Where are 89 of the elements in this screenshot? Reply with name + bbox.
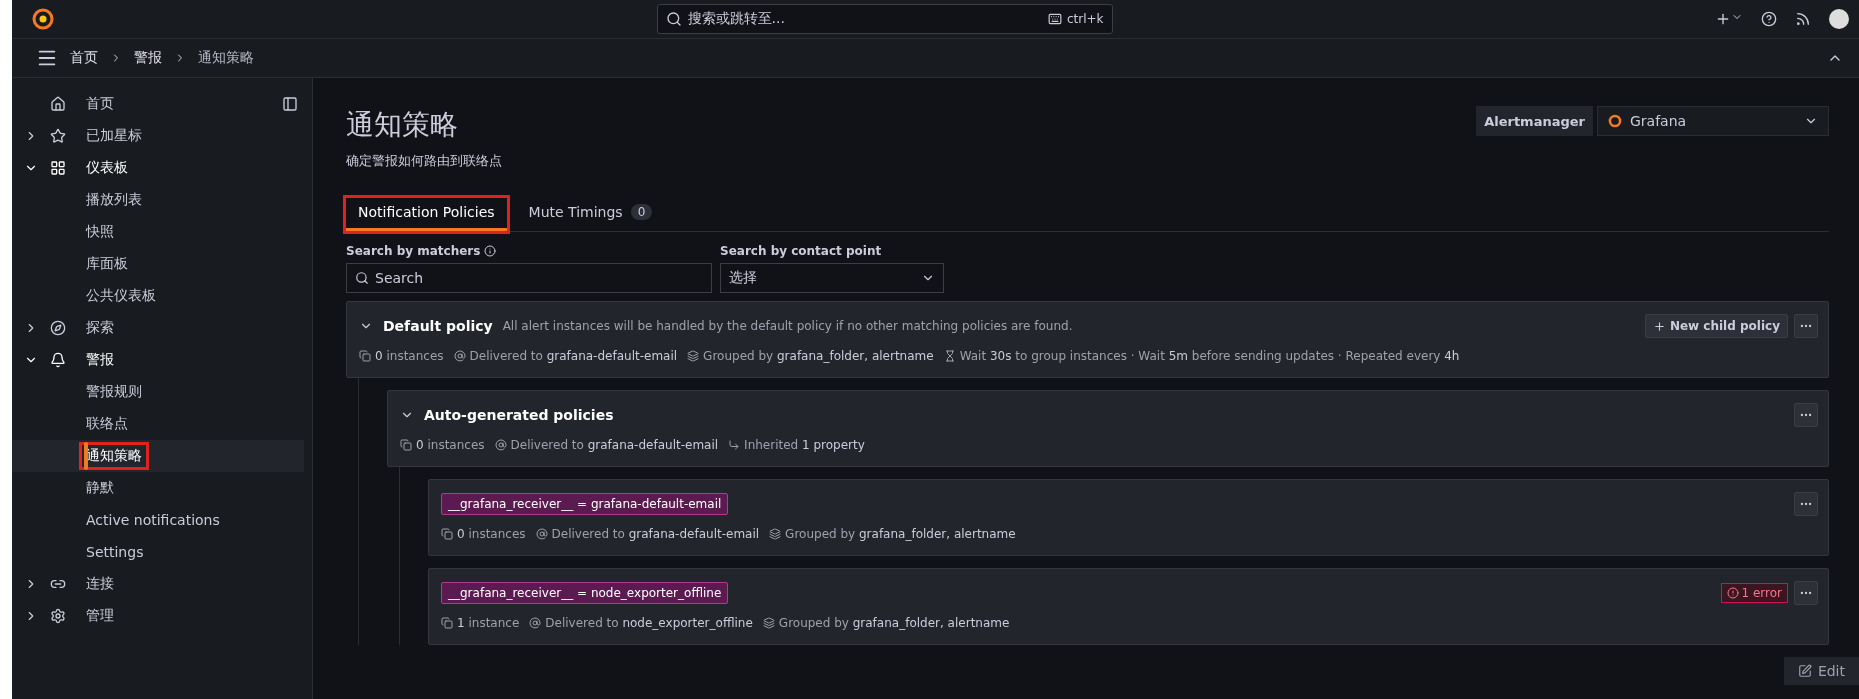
more-button[interactable] xyxy=(1794,403,1818,427)
policy-description: All alert instances will be handled by the default policy if no other matching policies are found. xyxy=(502,319,1073,333)
alert-icon xyxy=(1726,587,1739,599)
breadcrumb-link[interactable]: 通知策略 xyxy=(198,49,254,67)
at-icon xyxy=(453,350,466,362)
keyboard-icon xyxy=(1047,12,1062,26)
page-title: 通知策略 xyxy=(346,107,459,143)
dock-icon[interactable] xyxy=(282,96,298,112)
at-icon xyxy=(529,617,542,629)
plus-icon xyxy=(1652,319,1666,333)
nav-subitem[interactable]: 公共仪表板 xyxy=(12,280,304,312)
policy-meta-text: Delivered to grafana-default-email xyxy=(510,438,719,452)
breadcrumb-link[interactable]: 首页 xyxy=(70,49,98,67)
contact-point-select[interactable]: 选择 xyxy=(720,263,944,293)
nav-item[interactable]: 仪表板 xyxy=(12,152,304,184)
tab[interactable]: Mute Timings 0 xyxy=(516,198,665,231)
at-icon xyxy=(535,528,548,540)
help-icon[interactable] xyxy=(1761,11,1777,27)
policy-meta-text: Delivered to node_exporter_offline xyxy=(545,616,753,630)
nav-item[interactable]: 探索 xyxy=(12,312,304,344)
corner-arrow-icon xyxy=(728,439,741,451)
policy-meta-text: 0 instances xyxy=(457,527,526,541)
settings-icon xyxy=(50,608,66,624)
logo-icon xyxy=(1608,114,1622,128)
search-icon xyxy=(665,11,682,27)
policy-meta-text: Grouped by grafana_folder, alertname xyxy=(785,527,1016,541)
home-icon xyxy=(50,96,66,112)
policy-meta-text: Wait 30s to group instances · Wait 5m before sending updates · Repeated every 4h xyxy=(959,349,1460,363)
avatar[interactable] xyxy=(1829,9,1849,29)
error-badge[interactable]: 1 error xyxy=(1720,583,1788,603)
policy-name: Auto-generated policies xyxy=(424,407,614,423)
more-button[interactable] xyxy=(1794,492,1818,516)
copy-icon xyxy=(400,439,412,451)
more-button[interactable] xyxy=(1794,314,1818,338)
nav-subitem[interactable]: 警报规则 xyxy=(12,376,304,408)
layers-icon xyxy=(687,350,700,362)
search-field[interactable]: 搜索或跳转至... ctrl+k xyxy=(656,4,1113,34)
page-subtitle: 确定警报如何路由到联络点 xyxy=(346,152,502,170)
policy-meta-text: 0 instances xyxy=(375,349,444,363)
field-label: Search by matchers xyxy=(346,244,481,258)
tab-count: 0 xyxy=(630,204,653,220)
breadcrumb-link[interactable]: 警报 xyxy=(134,49,162,67)
nav-subitem[interactable]: Settings xyxy=(12,536,304,568)
copy-icon xyxy=(359,350,371,362)
logo-icon[interactable] xyxy=(32,8,54,30)
policy-meta-text: 0 instances xyxy=(416,438,485,452)
nav-subitem[interactable]: 联络点 xyxy=(12,408,304,440)
layers-icon xyxy=(762,617,775,629)
edit-icon xyxy=(1797,664,1812,678)
bell-icon xyxy=(50,352,66,368)
policy-meta-text: Inherited 1 property xyxy=(744,438,865,452)
at-icon xyxy=(494,439,507,451)
info-icon[interactable] xyxy=(484,245,497,257)
matcher-tag: __grafana_receiver__ = grafana-default-email xyxy=(441,493,729,515)
search-icon xyxy=(355,271,369,285)
policy-meta-text: Delivered to grafana-default-email xyxy=(469,349,678,363)
grid-icon xyxy=(50,160,66,176)
plus-icon[interactable] xyxy=(1715,11,1743,27)
policy-meta-text: 1 instance xyxy=(457,616,520,630)
nav-subitem[interactable]: 播放列表 xyxy=(12,184,304,216)
more-button[interactable] xyxy=(1794,581,1818,605)
star-icon xyxy=(50,128,66,144)
policy-meta-text: Delivered to grafana-default-email xyxy=(551,527,760,541)
rss-icon[interactable] xyxy=(1795,11,1811,27)
nav-subitem[interactable]: 库面板 xyxy=(12,248,304,280)
search-field[interactable]: Search xyxy=(346,263,712,293)
copy-icon xyxy=(441,617,453,629)
policy-name: Default policy xyxy=(383,318,493,334)
nav-item[interactable]: 首页 xyxy=(12,88,304,120)
compass-icon xyxy=(50,320,66,336)
nav-subitem[interactable]: 静默 xyxy=(12,472,304,504)
alertmanager-select[interactable]: Grafana xyxy=(1597,106,1829,136)
nav-subitem[interactable]: 快照 xyxy=(12,216,304,248)
nav-subitem[interactable]: Active notifications xyxy=(12,504,304,536)
alertmanager-label: Alertmanager xyxy=(1476,106,1593,136)
layers-icon xyxy=(769,528,782,540)
copy-icon xyxy=(441,528,453,540)
edit-button[interactable]: Edit xyxy=(1783,657,1859,685)
nav-item[interactable]: 管理 xyxy=(12,600,304,632)
policy-meta-text: Grouped by grafana_folder, alertname xyxy=(778,616,1010,630)
tab[interactable]: Notification Policies xyxy=(346,198,507,231)
new-child-policy-button[interactable]: New child policy xyxy=(1644,314,1788,338)
field-label: Search by contact point xyxy=(720,244,882,258)
nav-item[interactable]: 已加星标 xyxy=(12,120,304,152)
nav-item[interactable]: 连接 xyxy=(12,568,304,600)
hourglass-icon xyxy=(943,350,956,362)
nav-item[interactable]: 警报 xyxy=(12,344,304,376)
matcher-tag: __grafana_receiver__ = node_exporter_offline xyxy=(441,582,729,604)
policy-meta-text: Grouped by grafana_folder, alertname xyxy=(703,349,934,363)
